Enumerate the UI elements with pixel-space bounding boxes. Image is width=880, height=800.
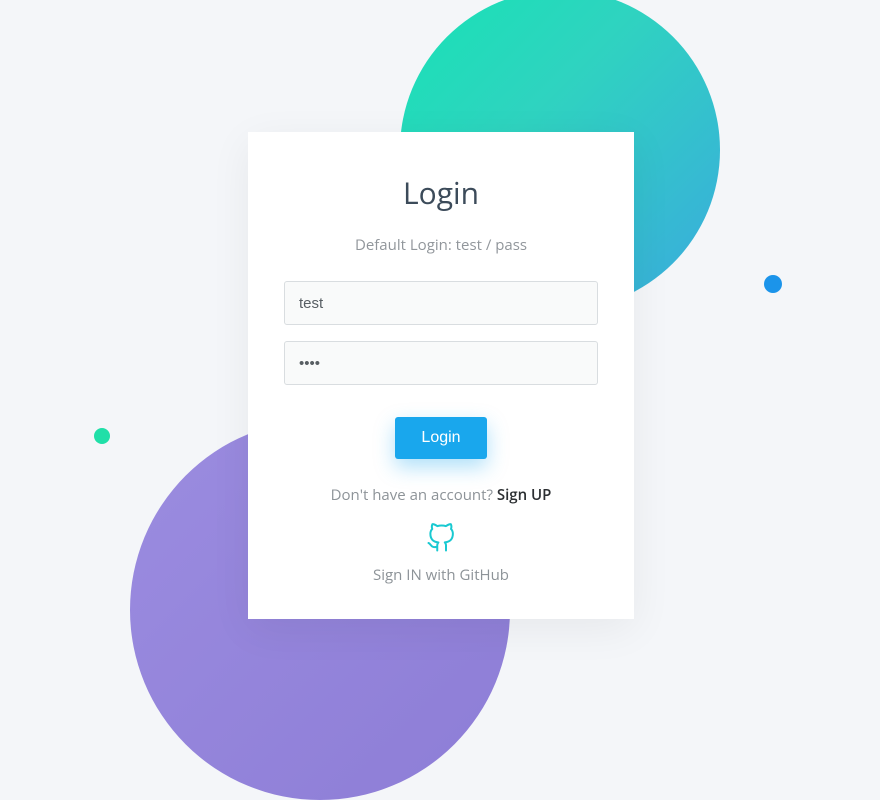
github-icon[interactable] (426, 523, 456, 553)
username-input[interactable] (284, 281, 598, 325)
login-hint: Default Login: test / pass (284, 235, 598, 255)
signup-row: Don't have an account? Sign UP (284, 485, 598, 505)
password-input[interactable] (284, 341, 598, 385)
login-button[interactable]: Login (395, 417, 486, 459)
bg-dot-green (94, 428, 110, 444)
page-title: Login (284, 172, 598, 213)
signup-link[interactable]: Sign UP (497, 485, 552, 505)
bg-dot-blue (764, 275, 782, 293)
signup-prompt: Don't have an account? (331, 485, 497, 505)
login-card: Login Default Login: test / pass Login D… (248, 132, 634, 619)
github-signin-link[interactable]: Sign IN with GitHub (284, 565, 598, 585)
